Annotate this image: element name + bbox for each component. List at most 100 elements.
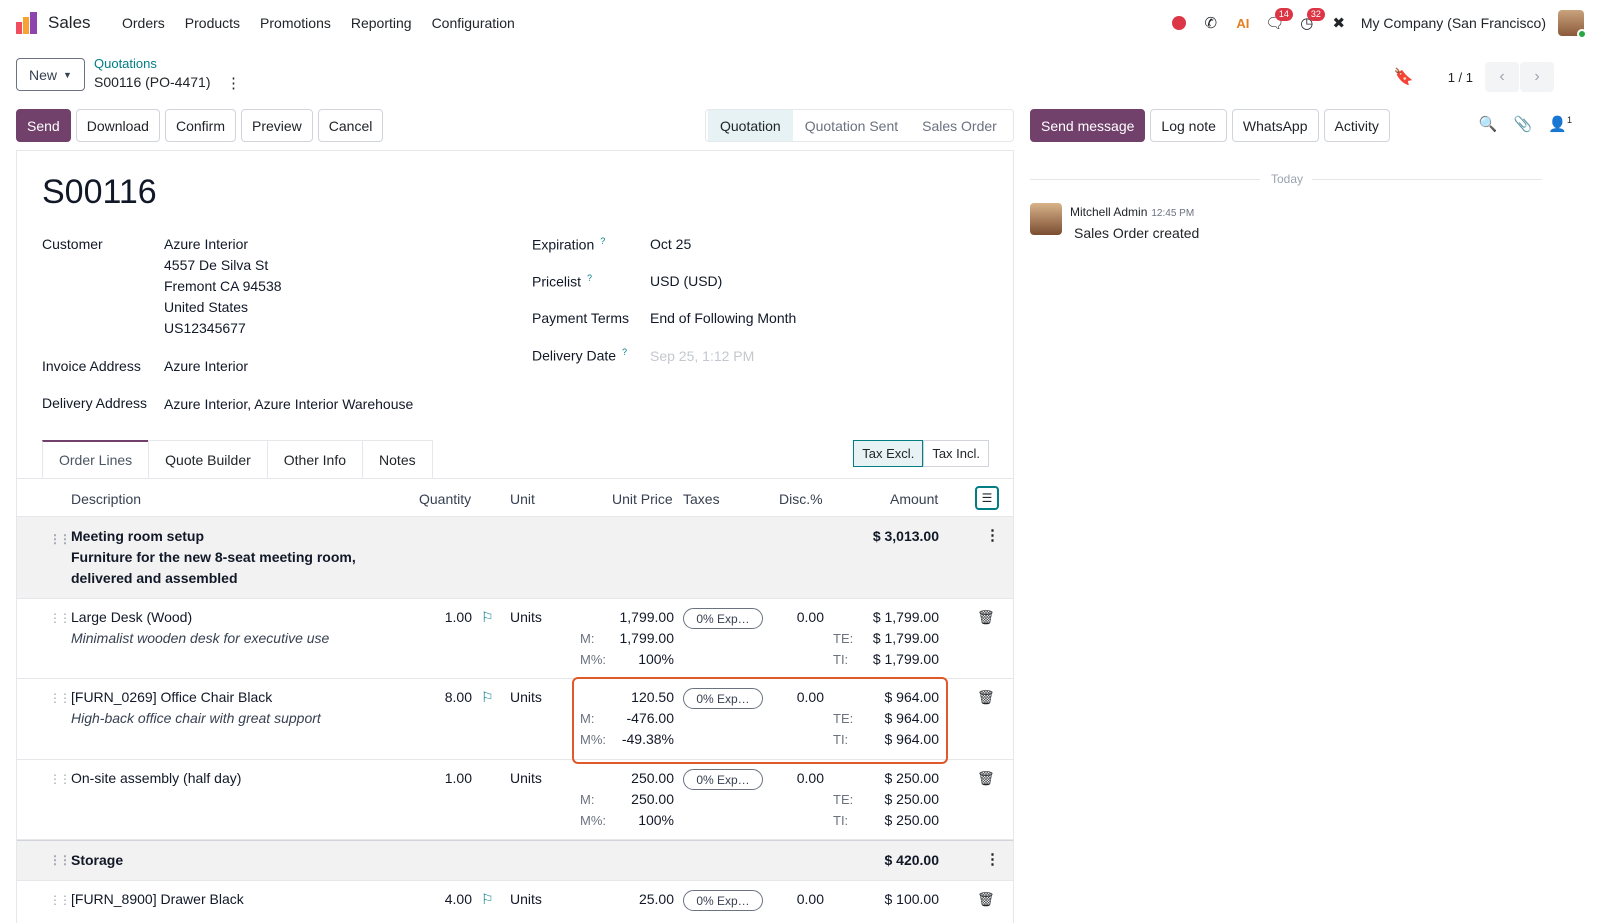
app-name[interactable]: Sales <box>48 13 91 33</box>
delivery-address-field[interactable]: Azure Interior, Azure Interior Warehouse <box>164 394 413 415</box>
section-actions-icon[interactable]: ⋮ <box>985 526 1000 544</box>
pager-next-icon[interactable]: › <box>1520 62 1554 92</box>
help-icon[interactable]: ? <box>600 236 605 246</box>
tab-order-lines[interactable]: Order Lines <box>42 440 150 478</box>
company-switcher[interactable]: My Company (San Francisco) <box>1361 15 1546 31</box>
menu-reporting[interactable]: Reporting <box>341 15 422 31</box>
menu-promotions[interactable]: Promotions <box>250 15 341 31</box>
status-quotation-sent[interactable]: Quotation Sent <box>793 118 910 134</box>
col-amount[interactable]: Amount <box>890 491 938 507</box>
send-button[interactable]: Send <box>16 109 71 142</box>
pricelist-field[interactable]: USD (USD) <box>650 271 722 292</box>
download-button[interactable]: Download <box>75 109 160 142</box>
help-icon[interactable]: ? <box>587 273 592 283</box>
preview-button[interactable]: Preview <box>240 109 313 142</box>
cancel-button[interactable]: Cancel <box>317 109 384 142</box>
log-note-button[interactable]: Log note <box>1150 109 1227 142</box>
record-actions-icon[interactable]: ⋮ <box>226 74 241 92</box>
delete-line-icon[interactable]: 🗑 <box>977 689 995 706</box>
menu-products[interactable]: Products <box>175 15 250 31</box>
sales-app-icon[interactable] <box>16 12 38 34</box>
col-quantity[interactable]: Quantity <box>419 491 471 507</box>
forecast-icon[interactable]: ⚐ <box>481 889 494 910</box>
drag-handle-icon[interactable]: ⋮⋮ <box>49 532 71 546</box>
table-row[interactable]: ⋮⋮ [FURN_8900] Drawer Black 4.00 ⚐ Units… <box>17 881 1013 924</box>
breadcrumb-quotations[interactable]: Quotations <box>94 56 157 71</box>
table-row[interactable]: ⋮⋮ On-site assembly (half day) 1.00 Unit… <box>17 760 1013 840</box>
col-discount[interactable]: Disc.% <box>779 491 823 507</box>
invoice-address-field[interactable]: Azure Interior <box>164 356 248 377</box>
col-taxes[interactable]: Taxes <box>683 491 720 507</box>
drag-handle-icon[interactable]: ⋮⋮ <box>49 772 71 786</box>
tab-quote-builder[interactable]: Quote Builder <box>148 440 268 478</box>
menu-orders[interactable]: Orders <box>112 15 175 31</box>
activity-button[interactable]: Activity <box>1323 109 1390 142</box>
payment-terms-field[interactable]: End of Following Month <box>650 308 796 329</box>
record-icon[interactable] <box>1169 12 1189 34</box>
line-discount[interactable]: 0.00 <box>767 889 824 910</box>
pager-value[interactable]: 1 / 1 <box>1448 70 1473 85</box>
col-unit-price[interactable]: Unit Price <box>612 491 673 507</box>
line-quantity[interactable]: 4.00 <box>417 889 472 910</box>
line-discount[interactable]: 0.00 <box>767 607 824 628</box>
messages-icon[interactable]: 🗨 14 <box>1265 8 1293 34</box>
user-avatar[interactable] <box>1558 10 1587 39</box>
line-unit-price[interactable]: 250.00 <box>597 768 674 789</box>
delete-line-icon[interactable]: 🗑 <box>977 891 995 908</box>
line-unit[interactable]: Units <box>510 687 542 708</box>
line-unit[interactable]: Units <box>510 889 542 910</box>
whatsapp-button[interactable]: WhatsApp <box>1231 109 1319 142</box>
menu-configuration[interactable]: Configuration <box>422 15 525 31</box>
pager-prev-icon[interactable]: ‹ <box>1485 62 1519 92</box>
line-quantity[interactable]: 1.00 <box>417 607 472 628</box>
table-row[interactable]: ⋮⋮ Large Desk (Wood) Minimalist wooden d… <box>17 599 1013 679</box>
tax-badge[interactable]: 0% Exp… <box>683 769 763 790</box>
drag-handle-icon[interactable]: ⋮⋮ <box>49 853 71 867</box>
drag-handle-icon[interactable]: ⋮⋮ <box>49 611 71 625</box>
col-unit[interactable]: Unit <box>510 491 535 507</box>
line-quantity[interactable]: 8.00 <box>417 687 472 708</box>
drag-handle-icon[interactable]: ⋮⋮ <box>49 893 71 907</box>
tab-other-info[interactable]: Other Info <box>266 440 364 478</box>
phone-icon[interactable]: ✆ <box>1201 12 1221 34</box>
drag-handle-icon[interactable]: ⋮⋮ <box>49 691 71 705</box>
forecast-icon[interactable]: ⚐ <box>481 687 494 708</box>
line-unit[interactable]: Units <box>510 607 542 628</box>
search-icon[interactable]: 🔍 <box>1479 115 1498 133</box>
delete-line-icon[interactable]: 🗑 <box>977 770 995 787</box>
send-message-button[interactable]: Send message <box>1030 109 1146 142</box>
status-sales-order[interactable]: Sales Order <box>910 118 1009 134</box>
bookmark-icon[interactable]: 🔖 <box>1394 67 1414 87</box>
followers-icon[interactable]: 👤1 <box>1548 115 1572 133</box>
line-quantity[interactable]: 1.00 <box>417 768 472 789</box>
line-unit-price[interactable]: 25.00 <box>597 889 674 910</box>
tax-badge[interactable]: 0% Exp… <box>683 608 763 629</box>
optional-columns-icon[interactable]: ☰ <box>975 486 999 510</box>
col-description[interactable]: Description <box>71 491 141 507</box>
delivery-date-field[interactable]: Sep 25, 1:12 PM <box>650 346 754 367</box>
section-actions-icon[interactable]: ⋮ <box>985 850 1000 868</box>
tools-icon[interactable]: ✖ <box>1329 12 1349 34</box>
status-quotation[interactable]: Quotation <box>708 110 793 141</box>
tax-excl-button[interactable]: Tax Excl. <box>853 440 924 467</box>
section-row[interactable]: ⋮⋮ Storage $ 420.00 ⋮ <box>17 840 1013 881</box>
ai-icon[interactable]: AI <box>1233 12 1253 34</box>
new-button[interactable]: New ▼ <box>16 58 85 91</box>
expiration-field[interactable]: Oct 25 <box>650 234 691 255</box>
tax-incl-button[interactable]: Tax Incl. <box>923 440 989 467</box>
delete-line-icon[interactable]: 🗑 <box>977 609 995 626</box>
tax-badge[interactable]: 0% Exp… <box>683 890 763 911</box>
line-unit[interactable]: Units <box>510 768 542 789</box>
forecast-icon[interactable]: ⚐ <box>481 607 494 628</box>
tab-notes[interactable]: Notes <box>362 440 433 478</box>
attachment-icon[interactable]: 📎 <box>1514 115 1533 133</box>
activities-icon[interactable]: ◷ 32 <box>1297 8 1325 34</box>
customer-field[interactable]: Azure Interior 4557 De Silva St Fremont … <box>164 234 282 339</box>
help-icon[interactable]: ? <box>622 347 627 357</box>
confirm-button[interactable]: Confirm <box>164 109 236 142</box>
message-author[interactable]: Mitchell Admin 12:45 PM <box>1070 205 1194 219</box>
author-avatar[interactable] <box>1030 203 1062 235</box>
line-unit-price[interactable]: 1,799.00 <box>597 607 675 628</box>
line-discount[interactable]: 0.00 <box>767 768 824 789</box>
section-row[interactable]: ⋮⋮ Meeting room setup Furniture for the … <box>17 517 1013 599</box>
